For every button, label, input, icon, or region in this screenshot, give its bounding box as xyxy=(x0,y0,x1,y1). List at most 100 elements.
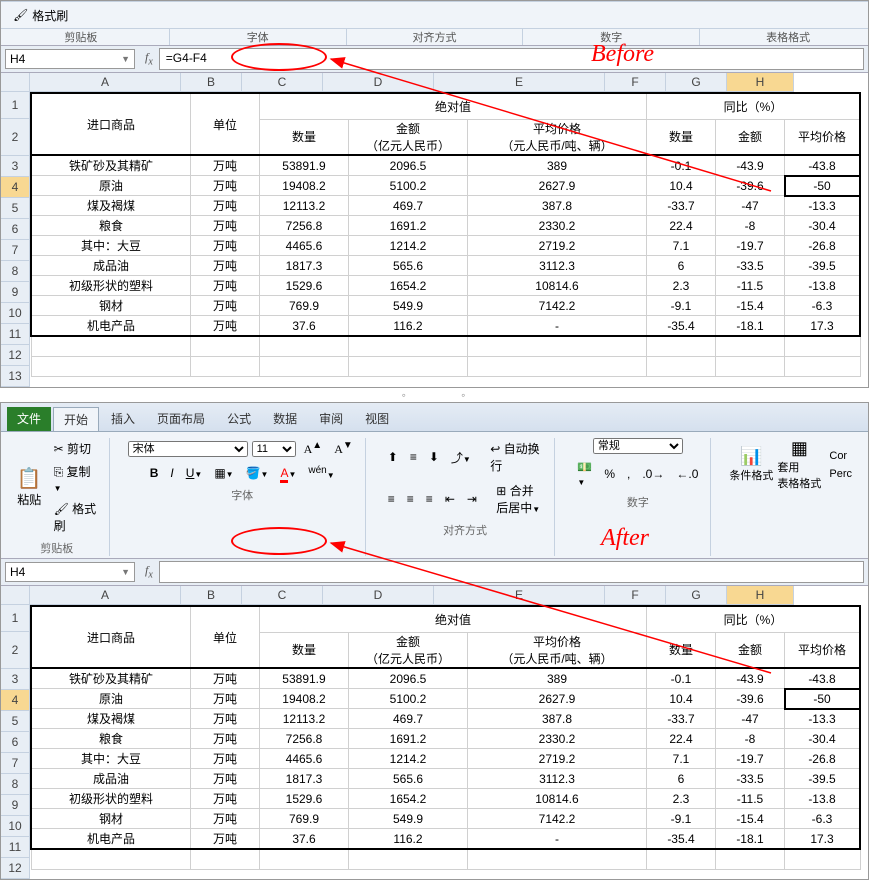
tab-home[interactable]: 开始 xyxy=(53,407,99,431)
cell[interactable]: 5100.2 xyxy=(349,176,468,196)
cell[interactable]: 469.7 xyxy=(349,196,468,216)
cell[interactable] xyxy=(191,357,260,377)
cell[interactable]: 万吨 xyxy=(191,809,260,829)
cell[interactable] xyxy=(191,336,260,357)
cell[interactable]: 万吨 xyxy=(191,236,260,256)
row-header[interactable]: 3 xyxy=(1,669,30,690)
cell[interactable]: 2627.9 xyxy=(468,176,647,196)
cell[interactable] xyxy=(349,357,468,377)
cell[interactable]: 389 xyxy=(468,668,647,689)
col-header[interactable]: D xyxy=(323,73,434,92)
align-right-button[interactable]: ≡ xyxy=(422,490,437,508)
cell[interactable]: 万吨 xyxy=(191,729,260,749)
cell[interactable]: 10814.6 xyxy=(468,789,647,809)
cell[interactable]: -35.4 xyxy=(647,829,716,850)
cell[interactable]: -43.9 xyxy=(716,668,785,689)
cell[interactable]: 2330.2 xyxy=(468,216,647,236)
col-header[interactable]: G xyxy=(666,73,727,92)
cell[interactable]: 7256.8 xyxy=(260,216,349,236)
row-header[interactable]: 1 xyxy=(1,605,30,632)
cell[interactable]: -18.1 xyxy=(716,829,785,850)
row-header[interactable]: 11 xyxy=(1,324,30,345)
paste-button[interactable]: 📋 粘贴 xyxy=(13,466,46,508)
cell[interactable] xyxy=(647,357,716,377)
cell[interactable]: 1817.3 xyxy=(260,769,349,789)
cell[interactable]: 4465.6 xyxy=(260,236,349,256)
cell[interactable]: -0.1 xyxy=(647,668,716,689)
tab-layout[interactable]: 页面布局 xyxy=(147,407,215,431)
cell[interactable]: 其中：大豆 xyxy=(31,749,191,769)
cell[interactable] xyxy=(191,849,260,870)
currency-button[interactable]: 💵▼ xyxy=(573,458,596,490)
cell[interactable]: 1214.2 xyxy=(349,749,468,769)
cell[interactable]: -30.4 xyxy=(785,729,861,749)
cell[interactable]: 万吨 xyxy=(191,196,260,216)
cell[interactable]: 万吨 xyxy=(191,216,260,236)
col-header[interactable]: A xyxy=(30,586,181,605)
cell[interactable]: 22.4 xyxy=(647,216,716,236)
decrease-decimal-button[interactable]: ←.0 xyxy=(672,465,702,483)
row-header[interactable]: 11 xyxy=(1,837,30,858)
tab-file[interactable]: 文件 xyxy=(7,407,51,431)
cell[interactable]: 387.8 xyxy=(468,196,647,216)
cell[interactable]: 389 xyxy=(468,155,647,176)
decrease-indent-button[interactable]: ⇤ xyxy=(441,490,459,508)
cell[interactable]: 2330.2 xyxy=(468,729,647,749)
col-header[interactable]: E xyxy=(434,73,605,92)
row-header[interactable]: 13 xyxy=(1,366,30,387)
cell[interactable] xyxy=(785,336,861,357)
cell[interactable]: -13.3 xyxy=(785,709,861,729)
cell[interactable]: 7.1 xyxy=(647,749,716,769)
cell[interactable]: 万吨 xyxy=(191,176,260,196)
cell[interactable]: 4465.6 xyxy=(260,749,349,769)
cell[interactable]: -43.8 xyxy=(785,155,861,176)
cell[interactable]: 万吨 xyxy=(191,256,260,276)
cell[interactable] xyxy=(785,357,861,377)
cell[interactable]: -8 xyxy=(716,729,785,749)
cell[interactable]: 37.6 xyxy=(260,316,349,337)
cell[interactable]: -13.8 xyxy=(785,789,861,809)
row-header[interactable]: 12 xyxy=(1,858,30,879)
col-header[interactable]: F xyxy=(605,586,666,605)
cell[interactable]: 钢材 xyxy=(31,809,191,829)
cell[interactable]: 12113.2 xyxy=(260,709,349,729)
cell[interactable]: -26.8 xyxy=(785,236,861,256)
cell[interactable]: 10.4 xyxy=(647,689,716,709)
cell[interactable]: 2719.2 xyxy=(468,749,647,769)
cell[interactable]: 原油 xyxy=(31,689,191,709)
cell[interactable]: 万吨 xyxy=(191,789,260,809)
cell[interactable]: 19408.2 xyxy=(260,176,349,196)
cell[interactable]: -15.4 xyxy=(716,809,785,829)
cell[interactable]: 机电产品 xyxy=(31,829,191,850)
cell[interactable]: -35.4 xyxy=(647,316,716,337)
col-header[interactable]: C xyxy=(242,586,323,605)
row-header[interactable]: 2 xyxy=(1,119,30,156)
cell[interactable]: -33.7 xyxy=(647,196,716,216)
phonetic-button[interactable]: wén▼ xyxy=(304,463,338,483)
formula-bar[interactable]: =G4-F4 xyxy=(159,48,864,70)
cell[interactable]: 12113.2 xyxy=(260,196,349,216)
merge-center-button[interactable]: ⊞ 合并后居中▼ xyxy=(492,480,546,518)
cell[interactable]: 1691.2 xyxy=(349,729,468,749)
cell[interactable] xyxy=(349,849,468,870)
cell[interactable]: -6.3 xyxy=(785,296,861,316)
row-header[interactable]: 6 xyxy=(1,732,30,753)
cell[interactable]: -13.8 xyxy=(785,276,861,296)
cell[interactable]: 万吨 xyxy=(191,829,260,850)
col-header[interactable]: D xyxy=(323,586,434,605)
increase-decimal-button[interactable]: .0→ xyxy=(638,465,668,483)
cell[interactable]: 1817.3 xyxy=(260,256,349,276)
col-header[interactable]: B xyxy=(181,586,242,605)
col-header[interactable]: H xyxy=(727,73,794,92)
row-header[interactable]: 10 xyxy=(1,816,30,837)
fill-color-button[interactable]: 🪣▼ xyxy=(242,464,273,482)
cell[interactable]: 铁矿砂及其精矿 xyxy=(31,668,191,689)
cell[interactable]: -6.3 xyxy=(785,809,861,829)
cell[interactable]: 3112.3 xyxy=(468,256,647,276)
cell[interactable]: - xyxy=(468,316,647,337)
cell[interactable]: 万吨 xyxy=(191,689,260,709)
cell[interactable]: -15.4 xyxy=(716,296,785,316)
cell[interactable]: -39.6 xyxy=(716,689,785,709)
cell[interactable]: 2627.9 xyxy=(468,689,647,709)
cell[interactable]: -47 xyxy=(716,196,785,216)
